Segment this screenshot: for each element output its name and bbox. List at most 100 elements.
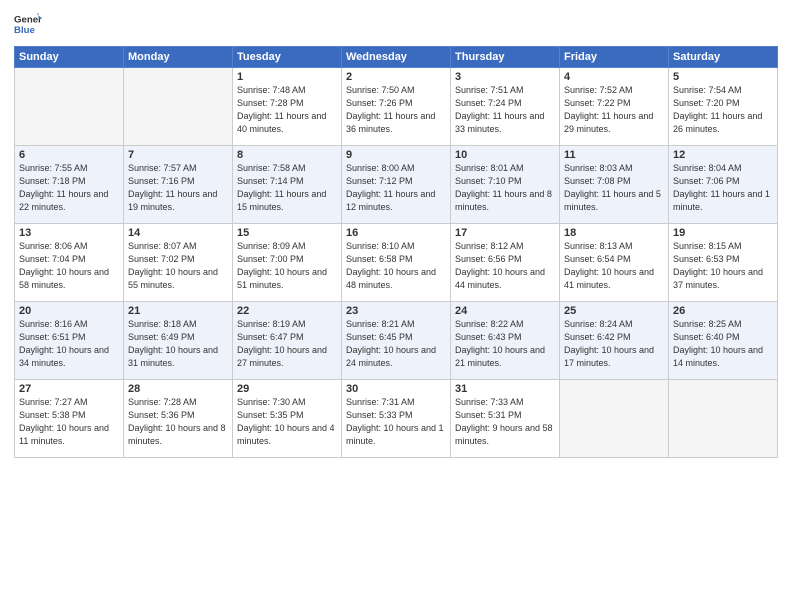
calendar-cell: 22Sunrise: 8:19 AM Sunset: 6:47 PM Dayli…: [233, 302, 342, 380]
calendar-cell: 21Sunrise: 8:18 AM Sunset: 6:49 PM Dayli…: [124, 302, 233, 380]
week-row-4: 20Sunrise: 8:16 AM Sunset: 6:51 PM Dayli…: [15, 302, 778, 380]
day-number: 7: [128, 149, 228, 161]
calendar-cell: 12Sunrise: 8:04 AM Sunset: 7:06 PM Dayli…: [669, 146, 778, 224]
day-info: Sunrise: 8:22 AM Sunset: 6:43 PM Dayligh…: [455, 318, 555, 370]
day-info: Sunrise: 8:10 AM Sunset: 6:58 PM Dayligh…: [346, 240, 446, 292]
calendar-cell: 28Sunrise: 7:28 AM Sunset: 5:36 PM Dayli…: [124, 380, 233, 458]
day-info: Sunrise: 8:25 AM Sunset: 6:40 PM Dayligh…: [673, 318, 773, 370]
day-number: 21: [128, 305, 228, 317]
day-number: 4: [564, 71, 664, 83]
day-info: Sunrise: 8:19 AM Sunset: 6:47 PM Dayligh…: [237, 318, 337, 370]
calendar-cell: 4Sunrise: 7:52 AM Sunset: 7:22 PM Daylig…: [560, 68, 669, 146]
weekday-header-thursday: Thursday: [451, 47, 560, 68]
day-info: Sunrise: 7:28 AM Sunset: 5:36 PM Dayligh…: [128, 396, 228, 448]
day-number: 24: [455, 305, 555, 317]
day-number: 18: [564, 227, 664, 239]
calendar-cell: 26Sunrise: 8:25 AM Sunset: 6:40 PM Dayli…: [669, 302, 778, 380]
day-info: Sunrise: 8:15 AM Sunset: 6:53 PM Dayligh…: [673, 240, 773, 292]
day-number: 13: [19, 227, 119, 239]
calendar-cell: 2Sunrise: 7:50 AM Sunset: 7:26 PM Daylig…: [342, 68, 451, 146]
day-number: 16: [346, 227, 446, 239]
calendar-cell: 14Sunrise: 8:07 AM Sunset: 7:02 PM Dayli…: [124, 224, 233, 302]
weekday-header-row: SundayMondayTuesdayWednesdayThursdayFrid…: [15, 47, 778, 68]
calendar-cell: [124, 68, 233, 146]
calendar-cell: 20Sunrise: 8:16 AM Sunset: 6:51 PM Dayli…: [15, 302, 124, 380]
calendar-cell: 3Sunrise: 7:51 AM Sunset: 7:24 PM Daylig…: [451, 68, 560, 146]
svg-text:Blue: Blue: [14, 25, 35, 36]
day-info: Sunrise: 7:57 AM Sunset: 7:16 PM Dayligh…: [128, 162, 228, 214]
calendar-cell: 6Sunrise: 7:55 AM Sunset: 7:18 PM Daylig…: [15, 146, 124, 224]
day-number: 25: [564, 305, 664, 317]
day-number: 14: [128, 227, 228, 239]
day-number: 3: [455, 71, 555, 83]
day-number: 28: [128, 383, 228, 395]
weekday-header-wednesday: Wednesday: [342, 47, 451, 68]
day-info: Sunrise: 8:12 AM Sunset: 6:56 PM Dayligh…: [455, 240, 555, 292]
calendar-cell: 27Sunrise: 7:27 AM Sunset: 5:38 PM Dayli…: [15, 380, 124, 458]
calendar-cell: 13Sunrise: 8:06 AM Sunset: 7:04 PM Dayli…: [15, 224, 124, 302]
weekday-header-sunday: Sunday: [15, 47, 124, 68]
day-info: Sunrise: 8:16 AM Sunset: 6:51 PM Dayligh…: [19, 318, 119, 370]
weekday-header-saturday: Saturday: [669, 47, 778, 68]
day-info: Sunrise: 7:27 AM Sunset: 5:38 PM Dayligh…: [19, 396, 119, 448]
day-number: 5: [673, 71, 773, 83]
day-number: 6: [19, 149, 119, 161]
calendar-cell: 17Sunrise: 8:12 AM Sunset: 6:56 PM Dayli…: [451, 224, 560, 302]
calendar-cell: 15Sunrise: 8:09 AM Sunset: 7:00 PM Dayli…: [233, 224, 342, 302]
day-info: Sunrise: 8:21 AM Sunset: 6:45 PM Dayligh…: [346, 318, 446, 370]
day-number: 29: [237, 383, 337, 395]
day-info: Sunrise: 7:54 AM Sunset: 7:20 PM Dayligh…: [673, 84, 773, 136]
week-row-3: 13Sunrise: 8:06 AM Sunset: 7:04 PM Dayli…: [15, 224, 778, 302]
day-number: 9: [346, 149, 446, 161]
calendar-cell: 24Sunrise: 8:22 AM Sunset: 6:43 PM Dayli…: [451, 302, 560, 380]
weekday-header-friday: Friday: [560, 47, 669, 68]
calendar-table: SundayMondayTuesdayWednesdayThursdayFrid…: [14, 46, 778, 458]
day-number: 20: [19, 305, 119, 317]
calendar-cell: 18Sunrise: 8:13 AM Sunset: 6:54 PM Dayli…: [560, 224, 669, 302]
day-info: Sunrise: 8:09 AM Sunset: 7:00 PM Dayligh…: [237, 240, 337, 292]
day-info: Sunrise: 8:00 AM Sunset: 7:12 PM Dayligh…: [346, 162, 446, 214]
calendar-cell: 30Sunrise: 7:31 AM Sunset: 5:33 PM Dayli…: [342, 380, 451, 458]
day-number: 2: [346, 71, 446, 83]
day-number: 11: [564, 149, 664, 161]
calendar-cell: 7Sunrise: 7:57 AM Sunset: 7:16 PM Daylig…: [124, 146, 233, 224]
svg-text:General: General: [14, 14, 42, 25]
day-number: 1: [237, 71, 337, 83]
calendar-cell: 9Sunrise: 8:00 AM Sunset: 7:12 PM Daylig…: [342, 146, 451, 224]
calendar-cell: [669, 380, 778, 458]
day-number: 31: [455, 383, 555, 395]
day-number: 15: [237, 227, 337, 239]
day-info: Sunrise: 8:04 AM Sunset: 7:06 PM Dayligh…: [673, 162, 773, 214]
week-row-1: 1Sunrise: 7:48 AM Sunset: 7:28 PM Daylig…: [15, 68, 778, 146]
day-number: 12: [673, 149, 773, 161]
week-row-2: 6Sunrise: 7:55 AM Sunset: 7:18 PM Daylig…: [15, 146, 778, 224]
day-info: Sunrise: 8:06 AM Sunset: 7:04 PM Dayligh…: [19, 240, 119, 292]
day-number: 22: [237, 305, 337, 317]
calendar-cell: 19Sunrise: 8:15 AM Sunset: 6:53 PM Dayli…: [669, 224, 778, 302]
logo: General Blue: [14, 10, 42, 38]
calendar-cell: [560, 380, 669, 458]
day-info: Sunrise: 8:18 AM Sunset: 6:49 PM Dayligh…: [128, 318, 228, 370]
day-info: Sunrise: 8:07 AM Sunset: 7:02 PM Dayligh…: [128, 240, 228, 292]
calendar-cell: 23Sunrise: 8:21 AM Sunset: 6:45 PM Dayli…: [342, 302, 451, 380]
calendar-cell: [15, 68, 124, 146]
calendar-cell: 16Sunrise: 8:10 AM Sunset: 6:58 PM Dayli…: [342, 224, 451, 302]
day-info: Sunrise: 7:52 AM Sunset: 7:22 PM Dayligh…: [564, 84, 664, 136]
day-number: 26: [673, 305, 773, 317]
logo-icon: General Blue: [14, 10, 42, 38]
day-info: Sunrise: 8:13 AM Sunset: 6:54 PM Dayligh…: [564, 240, 664, 292]
calendar-cell: 8Sunrise: 7:58 AM Sunset: 7:14 PM Daylig…: [233, 146, 342, 224]
day-info: Sunrise: 7:48 AM Sunset: 7:28 PM Dayligh…: [237, 84, 337, 136]
header: General Blue: [14, 10, 778, 38]
day-number: 10: [455, 149, 555, 161]
calendar-cell: 25Sunrise: 8:24 AM Sunset: 6:42 PM Dayli…: [560, 302, 669, 380]
calendar-cell: 11Sunrise: 8:03 AM Sunset: 7:08 PM Dayli…: [560, 146, 669, 224]
day-number: 23: [346, 305, 446, 317]
day-number: 27: [19, 383, 119, 395]
weekday-header-monday: Monday: [124, 47, 233, 68]
day-info: Sunrise: 7:55 AM Sunset: 7:18 PM Dayligh…: [19, 162, 119, 214]
day-info: Sunrise: 8:03 AM Sunset: 7:08 PM Dayligh…: [564, 162, 664, 214]
week-row-5: 27Sunrise: 7:27 AM Sunset: 5:38 PM Dayli…: [15, 380, 778, 458]
day-info: Sunrise: 7:30 AM Sunset: 5:35 PM Dayligh…: [237, 396, 337, 448]
day-info: Sunrise: 7:50 AM Sunset: 7:26 PM Dayligh…: [346, 84, 446, 136]
